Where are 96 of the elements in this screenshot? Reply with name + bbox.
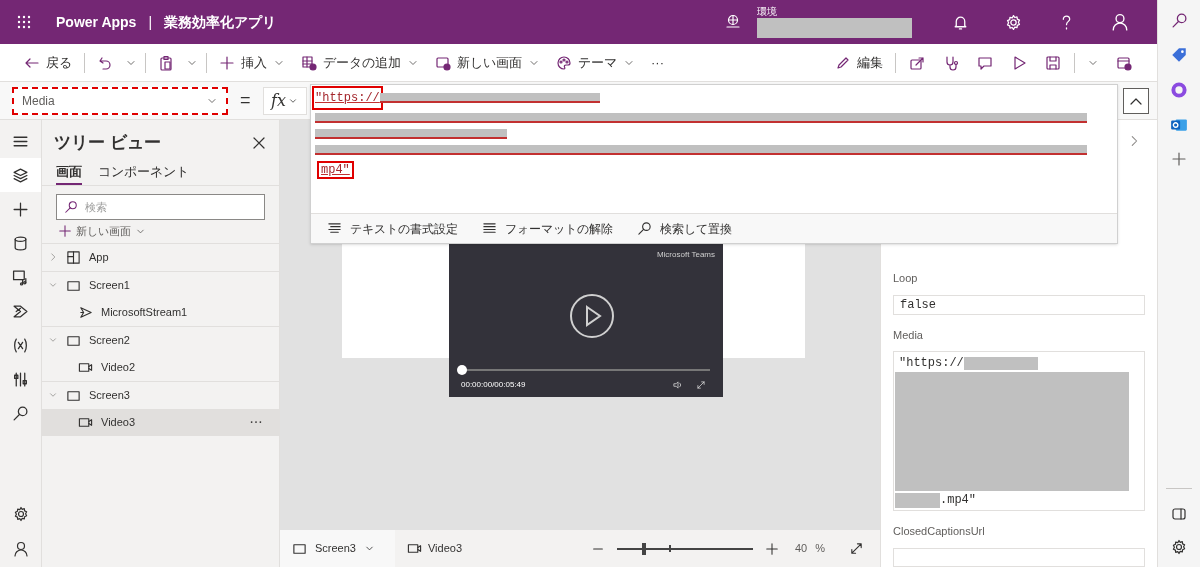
equals-sign: =	[239, 89, 252, 112]
tree-tab[interactable]: 画面	[56, 161, 82, 185]
property-dropdown[interactable]: Media	[12, 86, 228, 115]
search-icon[interactable]	[1170, 12, 1188, 29]
variables-icon[interactable]	[12, 336, 29, 354]
property-field[interactable]	[893, 547, 1145, 567]
calendar-add-icon[interactable]	[1116, 54, 1132, 71]
property-label: Loop	[893, 271, 919, 286]
lines-icon	[482, 221, 497, 236]
new-screen-icon	[435, 54, 451, 71]
back-button[interactable]: 戻る	[16, 52, 80, 73]
play-icon[interactable]	[569, 293, 615, 339]
share-icon[interactable]	[909, 54, 925, 71]
edit-button[interactable]: 編集	[827, 52, 891, 73]
app-icon	[66, 249, 81, 265]
property-label: ClosedCaptionsUrl	[893, 524, 986, 539]
mail-app-icon[interactable]	[1170, 116, 1188, 134]
zoom-slider[interactable]	[616, 542, 753, 555]
control-selector[interactable]: Video3	[395, 540, 463, 557]
volume-icon[interactable]	[673, 380, 683, 390]
search-field[interactable]: 検索	[56, 194, 265, 220]
app-launcher-icon[interactable]	[16, 14, 32, 30]
formula-text: "https://	[315, 89, 380, 107]
tree-tab[interactable]: コンポーネント	[98, 161, 189, 185]
table-add-icon	[301, 54, 317, 71]
ring-icon[interactable]	[1170, 81, 1188, 99]
new-screen-button[interactable]: 新しい画面	[42, 220, 279, 243]
search-icon[interactable]	[12, 404, 29, 422]
environment-label: 環境	[757, 6, 778, 18]
chevron-right-icon	[48, 252, 58, 262]
clipboard-icon[interactable]	[158, 54, 174, 71]
search-button[interactable]: 検索して置換	[637, 219, 732, 238]
more-button[interactable]: ···	[643, 52, 672, 73]
tree-item[interactable]: Video3	[42, 408, 279, 436]
app-title: 業務効率化アプリ	[164, 12, 277, 32]
screen-button[interactable]: 新しい画面	[427, 52, 548, 73]
search-icon	[637, 221, 652, 236]
function-button[interactable]: fx	[262, 86, 307, 115]
collapse-button[interactable]	[1123, 87, 1149, 114]
stream-icon	[78, 304, 93, 320]
settings-icon[interactable]	[12, 506, 29, 522]
plus-icon	[58, 224, 72, 239]
palette-icon	[556, 54, 572, 71]
chevron-down-icon	[48, 335, 58, 345]
comment-icon[interactable]	[977, 54, 993, 71]
app-name: Power Apps	[56, 12, 137, 32]
tree-item[interactable]: App	[42, 243, 279, 271]
screen-selector[interactable]: Screen3	[280, 530, 395, 567]
fullscreen-icon[interactable]	[696, 380, 706, 390]
database-icon[interactable]	[12, 234, 29, 252]
lines-icon	[327, 221, 342, 236]
plus-icon[interactable]	[12, 200, 29, 218]
data-button[interactable]: データの追加	[293, 52, 427, 73]
title-separator: |	[148, 12, 153, 32]
save-icon[interactable]	[1045, 54, 1061, 71]
chevron-down-icon	[48, 280, 58, 290]
tree-item[interactable]: Screen1	[42, 271, 279, 299]
zoom-value: 40	[794, 541, 808, 557]
play-icon[interactable]	[1011, 54, 1027, 71]
tree-item[interactable]: MicrosoftStream1	[42, 298, 279, 326]
formula-text: mp4"	[317, 161, 354, 179]
insert-button[interactable]: 挿入	[211, 52, 293, 73]
person-icon[interactable]	[12, 541, 29, 557]
screen-icon	[292, 541, 307, 556]
chevron-down-icon	[48, 390, 58, 400]
clear-button[interactable]: フォーマットの解除	[482, 219, 613, 238]
video-camera-icon	[407, 541, 422, 556]
slider-thumb[interactable]	[642, 542, 647, 555]
zoom-in-icon[interactable]	[764, 541, 779, 556]
stethoscope-icon[interactable]	[943, 54, 959, 71]
fit-screen-icon[interactable]	[849, 541, 864, 556]
format-button[interactable]: テキストの書式設定	[327, 219, 458, 238]
video-player[interactable]: Microsoft Teams 00:00:00/00:05:49	[449, 243, 723, 397]
settings-icon[interactable]	[1171, 539, 1187, 555]
layers-icon[interactable]	[12, 166, 29, 184]
sliders-icon[interactable]	[12, 370, 29, 388]
property-label: Media	[893, 327, 924, 343]
tag-icon[interactable]	[1170, 46, 1188, 64]
property-field[interactable]: false	[893, 294, 1145, 315]
video-brand: Microsoft Teams	[656, 249, 715, 261]
panel-icon[interactable]	[1171, 506, 1187, 522]
plus-icon	[219, 54, 235, 71]
search-icon	[64, 200, 78, 214]
zoom-unit: %	[815, 541, 825, 557]
tree-item[interactable]: Screen2	[42, 326, 279, 354]
tree-item[interactable]: Screen3	[42, 381, 279, 409]
video-time: 00:00:00/00:05:49	[461, 379, 526, 391]
progress-thumb[interactable]	[457, 365, 467, 375]
media-icon[interactable]	[12, 268, 29, 286]
tree-item[interactable]: Video2	[42, 353, 279, 381]
panel-title: ツリー ビュー	[54, 132, 161, 154]
formula-editor[interactable]: "https:// mp4" テキストの書式設定 フォーマットの解除 検索して置換	[310, 84, 1118, 244]
environment-icon	[725, 14, 741, 30]
property-field[interactable]: "https:// .mp4"	[893, 351, 1145, 511]
person-icon[interactable]	[1111, 13, 1129, 31]
theme-button[interactable]: テーマ	[548, 52, 643, 73]
